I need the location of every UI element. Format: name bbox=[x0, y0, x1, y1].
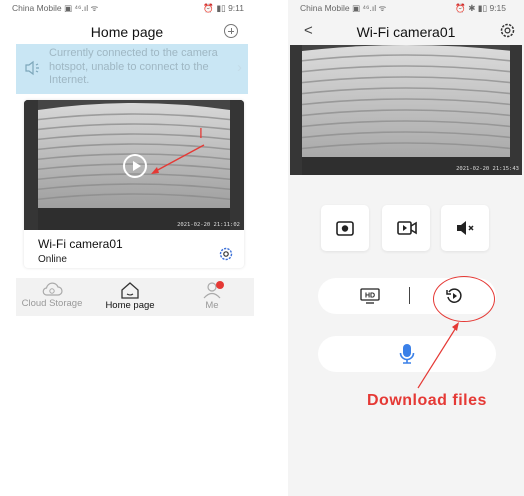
tab-label: Me bbox=[205, 300, 219, 311]
camera-status: Online bbox=[38, 254, 67, 265]
hd-quality-icon[interactable]: HD bbox=[360, 288, 380, 305]
talk-button[interactable] bbox=[318, 336, 496, 372]
camera-icon bbox=[336, 221, 354, 236]
page-title: Wi-Fi camera01 bbox=[356, 24, 456, 40]
hotspot-warning-banner[interactable]: Currently connected to the camera hotspo… bbox=[16, 44, 248, 94]
settings-gear-icon[interactable] bbox=[499, 22, 516, 39]
tab-me[interactable]: Me bbox=[182, 278, 242, 316]
video-timestamp: 2021-02-20 21:11:02 bbox=[177, 222, 240, 228]
divider bbox=[409, 287, 410, 304]
settings-gear-icon[interactable] bbox=[218, 246, 234, 262]
tab-label: Home page bbox=[105, 300, 155, 311]
carrier-label: China Mobile ▣ ⁴⁶.ıl ᯤ bbox=[12, 3, 99, 13]
camera-name: Wi-Fi camera01 bbox=[38, 237, 123, 251]
camera-card[interactable]: 2021-02-20 21:11:02 I Wi-Fi camera01 Onl… bbox=[24, 100, 244, 268]
tab-label: Cloud Storage bbox=[21, 298, 83, 309]
video-timestamp: 2021-02-20 21:15:43 bbox=[456, 166, 519, 172]
clock-battery: ⏰ ✱ ▮▯ 9:15 bbox=[455, 3, 506, 13]
bottom-tab-bar: Cloud Storage Home page Me bbox=[16, 278, 254, 316]
hd-badge-text: HD bbox=[365, 293, 375, 300]
home-screen: China Mobile ▣ ⁴⁶.ıl ᯤ ⏰ ▮▯ 9:11 Home pa… bbox=[0, 0, 254, 496]
camera-live-screen: China Mobile ▣ ⁴⁶.ıl ᯤ ⏰ ✱ ▮▯ 9:15 < Wi-… bbox=[288, 0, 524, 496]
status-bar: China Mobile ▣ ⁴⁶.ıl ᯤ ⏰ ▮▯ 9:11 bbox=[0, 0, 254, 16]
camera-preview[interactable]: 2021-02-20 21:11:02 I bbox=[24, 100, 244, 230]
mute-button[interactable] bbox=[441, 205, 489, 251]
add-device-icon[interactable] bbox=[224, 24, 238, 38]
navbar: Home page bbox=[0, 18, 254, 46]
carrier-label: China Mobile ▣ ⁴⁶.ıl ᯤ bbox=[300, 3, 387, 13]
microphone-icon bbox=[399, 344, 415, 364]
tab-home-page[interactable]: Home page bbox=[94, 278, 166, 316]
cloud-icon bbox=[42, 282, 63, 296]
annotation-label: Download files bbox=[367, 392, 487, 409]
status-bar: China Mobile ▣ ⁴⁶.ıl ᯤ ⏰ ✱ ▮▯ 9:15 bbox=[288, 0, 524, 16]
chevron-right-icon: › bbox=[237, 59, 242, 76]
home-icon bbox=[121, 282, 139, 299]
clock-battery: ⏰ ▮▯ 9:11 bbox=[203, 3, 244, 13]
page-title: Home page bbox=[90, 24, 164, 40]
speaker-icon bbox=[25, 60, 39, 76]
snapshot-button[interactable] bbox=[321, 205, 369, 251]
highlight-circle bbox=[433, 276, 495, 322]
speaker-mute-icon bbox=[457, 221, 474, 235]
record-video-button[interactable] bbox=[382, 205, 430, 251]
navbar: < Wi-Fi camera01 bbox=[288, 18, 524, 46]
live-video-view[interactable]: 2021-02-20 21:15:43 bbox=[290, 45, 522, 175]
video-record-icon bbox=[397, 221, 417, 235]
banner-message: Currently connected to the camera hotspo… bbox=[49, 47, 218, 86]
tab-cloud-storage[interactable]: Cloud Storage bbox=[16, 278, 88, 316]
play-button[interactable] bbox=[123, 154, 147, 178]
notification-badge bbox=[216, 281, 224, 289]
